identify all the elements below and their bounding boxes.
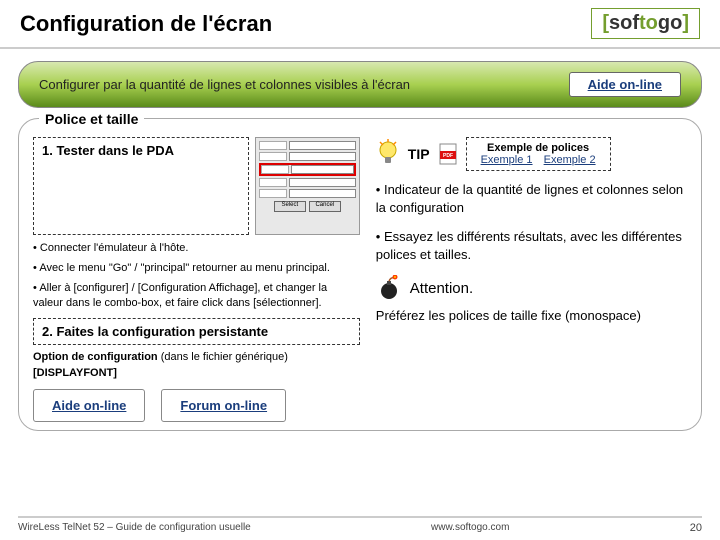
step1-box: 1. Tester dans le PDA: [33, 137, 249, 235]
example-title: Exemple de polices: [477, 142, 600, 154]
section-label: Police et taille: [39, 111, 144, 127]
bomb-icon: [376, 275, 402, 301]
header: Configuration de l'écran [softogo]: [0, 0, 720, 47]
list-item: Connecter l'émulateur à l'hôte.: [33, 241, 360, 256]
forum-online-button[interactable]: Forum on-line: [161, 389, 286, 422]
help-online-button[interactable]: Aide on-line: [33, 389, 145, 422]
example-link-1[interactable]: Exemple 1: [481, 154, 533, 166]
subtitle-bar: Configurer par la quantité de lignes et …: [18, 61, 702, 108]
example-box: Exemple de polices Exemple 1 Exemple 2: [466, 137, 611, 171]
attention-row: Attention.: [376, 275, 687, 301]
instruction-list: Connecter l'émulateur à l'hôte. Avec le …: [33, 241, 360, 310]
right-bullet-2: Essayez les différents résultats, avec l…: [376, 228, 687, 263]
pda-select-button: Select: [274, 201, 306, 212]
step2-box: 2. Faites la configuration persistante: [33, 318, 360, 345]
footer: WireLess TelNet 52 – Guide de configurat…: [18, 516, 702, 534]
main-panel: Police et taille 1. Tester dans le PDA S…: [18, 118, 702, 431]
example-link-2[interactable]: Exemple 2: [544, 154, 596, 166]
header-divider: [0, 47, 720, 49]
right-column: TIP PDF Exemple de polices Exemple 1 Exe…: [368, 129, 701, 422]
displayfont-label: [DISPLAYFONT]: [33, 367, 360, 379]
option-line: Option de configuration (dans le fichier…: [33, 351, 360, 363]
left-column: 1. Tester dans le PDA Select Cancel Conn…: [19, 129, 368, 422]
lightbulb-icon: [376, 139, 400, 169]
footer-left: WireLess TelNet 52 – Guide de configurat…: [18, 522, 251, 534]
right-bullet-1: Indicateur de la quantité de lignes et c…: [376, 181, 687, 216]
pda-cancel-button: Cancel: [309, 201, 341, 212]
help-online-link[interactable]: Aide on-line: [569, 72, 681, 97]
svg-text:PDF: PDF: [443, 153, 453, 159]
footer-center: www.softogo.com: [431, 522, 509, 534]
pda-screenshot: Select Cancel: [255, 137, 360, 235]
pdf-icon: PDF: [438, 143, 458, 165]
list-item: Avec le menu "Go" / "principal" retourne…: [33, 261, 360, 276]
subtitle-text: Configurer par la quantité de lignes et …: [39, 77, 410, 92]
attention-label: Attention.: [410, 280, 473, 297]
tip-label: TIP: [408, 146, 430, 162]
list-item: Aller à [configurer] / [Configuration Af…: [33, 281, 360, 311]
attention-text: Préférez les polices de taille fixe (mon…: [376, 307, 687, 325]
logo: [softogo]: [591, 8, 700, 39]
page-number: 20: [690, 522, 702, 534]
page-title: Configuration de l'écran: [20, 11, 591, 37]
tip-row: TIP PDF Exemple de polices Exemple 1 Exe…: [376, 137, 687, 171]
